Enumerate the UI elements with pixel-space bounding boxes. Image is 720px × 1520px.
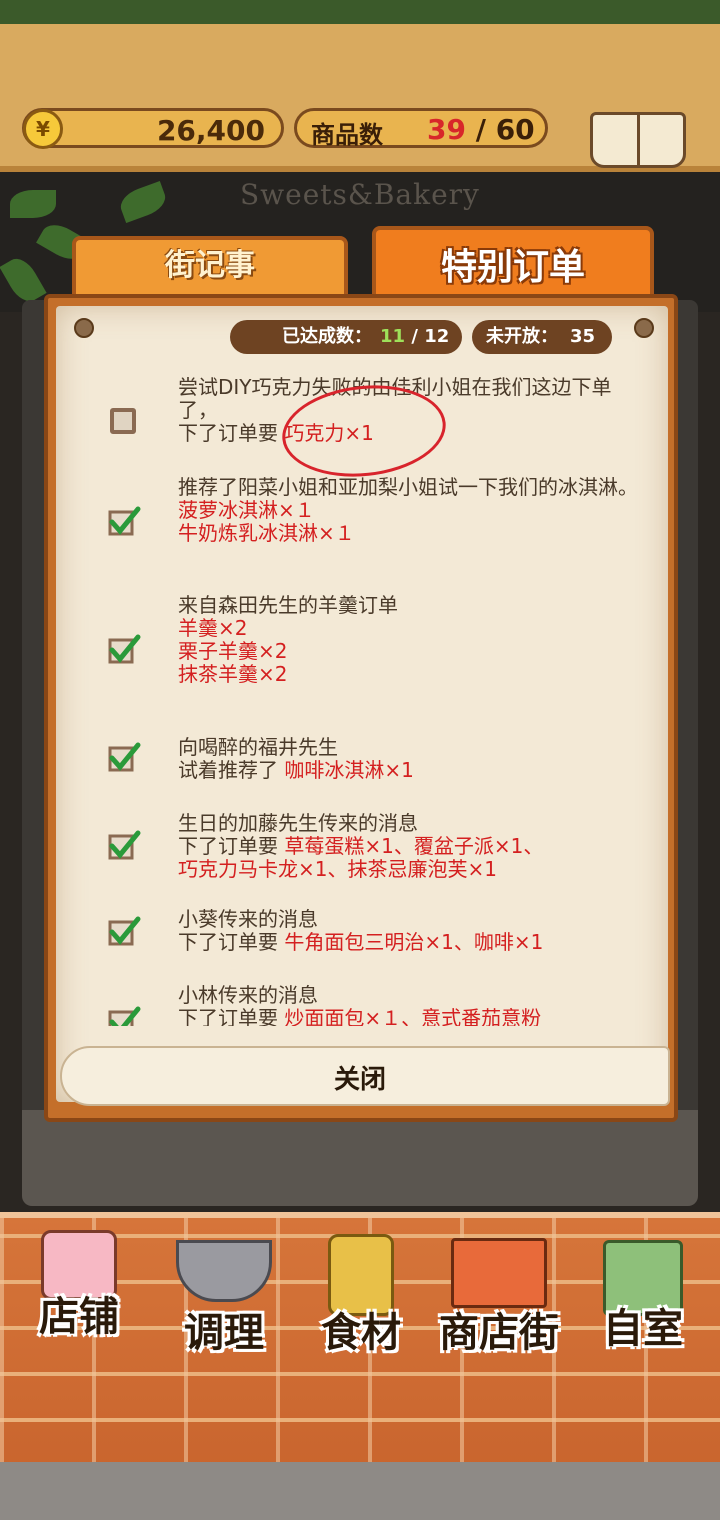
order-item-name: 草莓蛋糕×1、覆盆子派×1、	[284, 834, 544, 858]
order-item-name: 巧克力马卡龙×1、抹茶忌廉泡芙×1	[178, 857, 497, 881]
order-description: 推荐了阳菜小姐和亚加梨小姐试一下我们的冰淇淋。	[178, 475, 638, 499]
order-item-name: 咖啡冰淇淋×1	[284, 758, 414, 782]
order-prefix: 下了订单要	[178, 834, 278, 858]
order-description: 小葵传来的消息	[178, 907, 318, 931]
order-item-name: 羊羹×2	[178, 616, 248, 640]
goods-count: 39 / 60	[427, 113, 535, 146]
achieved-label: 已达成数：	[282, 326, 372, 347]
achieved-current: 11	[380, 326, 406, 347]
checkmark-icon	[108, 1006, 141, 1026]
order-description: 来自森田先生的羊羹订单	[178, 593, 398, 617]
goods-current: 39	[427, 113, 466, 146]
checkbox-empty-icon	[110, 408, 136, 434]
nav-my-room-label: 自室	[603, 1306, 683, 1352]
order-description: 向喝醉的福井先生	[178, 735, 338, 759]
order-text: 生日的加藤先生传来的消息 下了订单要 草莓蛋糕×1、覆盆子派×1、 巧克力马卡龙…	[178, 812, 648, 881]
nav-shopping-street[interactable]: 商店街	[426, 1230, 572, 1370]
nav-ingredients[interactable]: 食材	[306, 1230, 416, 1370]
pin-icon	[634, 318, 654, 338]
order-line: 下了订单要 炒面面包×１、意式番茄意粉	[178, 1006, 648, 1027]
goods-label: 商品数	[311, 121, 383, 149]
order-line: 下了订单要 草莓蛋糕×1、覆盆子派×1、	[178, 835, 648, 858]
order-text: 推荐了阳菜小姐和亚加梨小姐试一下我们的冰淇淋。 菠萝冰淇淋×１ 牛奶炼乳冰淇淋×…	[178, 476, 648, 545]
order-item-name: 牛角面包三明治×1、咖啡×1	[284, 930, 544, 954]
order-description: 生日的加藤先生传来的消息	[178, 811, 418, 835]
order-item[interactable]: 推荐了阳菜小姐和亚加梨小姐试一下我们的冰淇淋。 菠萝冰淇淋×１ 牛奶炼乳冰淇淋×…	[56, 476, 668, 576]
order-line: 下了订单要 牛角面包三明治×1、咖啡×1	[178, 931, 648, 954]
money-display: ¥ 26,400	[22, 108, 284, 149]
stone-floor	[0, 1462, 720, 1520]
order-item-name: 炒面面包×１、意式番茄意粉	[284, 1006, 542, 1027]
board-base	[22, 1110, 698, 1206]
order-text: 小葵传来的消息 下了订单要 牛角面包三明治×1、咖啡×1	[178, 908, 648, 954]
order-item[interactable]: 生日的加藤先生传来的消息 下了订单要 草莓蛋糕×1、覆盆子派×1、 巧克力马卡龙…	[56, 812, 668, 892]
goods-max: 60	[495, 113, 535, 146]
order-item-name: 抹茶羊羹×2	[178, 662, 288, 686]
recipe-book-icon	[590, 112, 686, 168]
storefront-icon	[451, 1238, 547, 1308]
order-text: 向喝醉的福井先生 试着推荐了 咖啡冰淇淋×1	[178, 736, 648, 782]
order-prefix: 下了订单要	[178, 930, 278, 954]
order-description: 小林传来的消息	[178, 983, 318, 1007]
coin-icon: ¥	[23, 109, 63, 149]
checkmark-icon	[108, 916, 141, 946]
order-item[interactable]: 小葵传来的消息 下了订单要 牛角面包三明治×1、咖啡×1	[56, 908, 668, 968]
goods-separator: /	[465, 113, 496, 146]
order-item[interactable]: 小林传来的消息 下了订单要 炒面面包×１、意式番茄意粉	[56, 984, 668, 1026]
achieved-total: 12	[424, 326, 450, 347]
order-item-name: 栗子羊羹×2	[178, 639, 288, 663]
order-prefix: 试着推荐了	[178, 758, 278, 782]
order-item-name: 菠萝冰淇淋×１	[178, 498, 315, 522]
money-value: 26,400	[156, 114, 265, 147]
unopened-count: 未开放： 35	[472, 320, 612, 354]
nav-shop-label: 店铺	[39, 1294, 119, 1340]
order-text: 来自森田先生的羊羹订单 羊羹×2 栗子羊羹×2 抹茶羊羹×2	[178, 594, 648, 686]
checkmark-icon	[108, 830, 141, 860]
order-item[interactable]: 向喝醉的福井先生 试着推荐了 咖啡冰淇淋×1	[56, 736, 668, 796]
nav-shop[interactable]: 店铺	[24, 1230, 134, 1370]
order-line: 试着推荐了 咖啡冰淇淋×1	[178, 759, 648, 782]
nav-cooking-label: 调理	[184, 1310, 264, 1356]
checkmark-icon	[108, 506, 141, 536]
achieved-value: 11 / 12	[380, 320, 449, 354]
leaf-decoration	[10, 190, 56, 218]
checkmark-icon	[108, 742, 141, 772]
order-item[interactable]: 来自森田先生的羊羹订单 羊羹×2 栗子羊羹×2 抹茶羊羹×2	[56, 594, 668, 694]
goods-count-display: 商品数 39 / 60	[294, 108, 548, 149]
order-item-name: 牛奶炼乳冰淇淋×１	[178, 521, 355, 545]
close-button[interactable]: 关闭	[300, 1056, 420, 1100]
tab-street-news[interactable]: 街记事	[72, 236, 348, 300]
nav-ingredients-label: 食材	[321, 1310, 401, 1356]
mixing-bowl-icon	[176, 1240, 272, 1302]
checkmark-icon	[108, 634, 141, 664]
nav-shopping-street-label: 商店街	[439, 1310, 559, 1356]
achieved-separator: /	[411, 326, 418, 347]
foliage-strip	[0, 0, 720, 24]
pin-icon	[74, 318, 94, 338]
order-text: 小林传来的消息 下了订单要 炒面面包×１、意式番茄意粉	[178, 983, 648, 1027]
order-prefix: 下了订单要	[178, 1006, 278, 1027]
shop-sign-text: Sweets&Bakery	[240, 178, 480, 211]
order-prefix: 下了订单要	[178, 421, 278, 445]
nav-my-room[interactable]: 自室	[588, 1230, 698, 1370]
achieved-count: 已达成数： 11 / 12	[230, 320, 462, 354]
unopened-value: 35	[570, 326, 596, 347]
unopened-label: 未开放：	[486, 326, 558, 347]
nav-cooking[interactable]: 调理	[164, 1230, 284, 1370]
